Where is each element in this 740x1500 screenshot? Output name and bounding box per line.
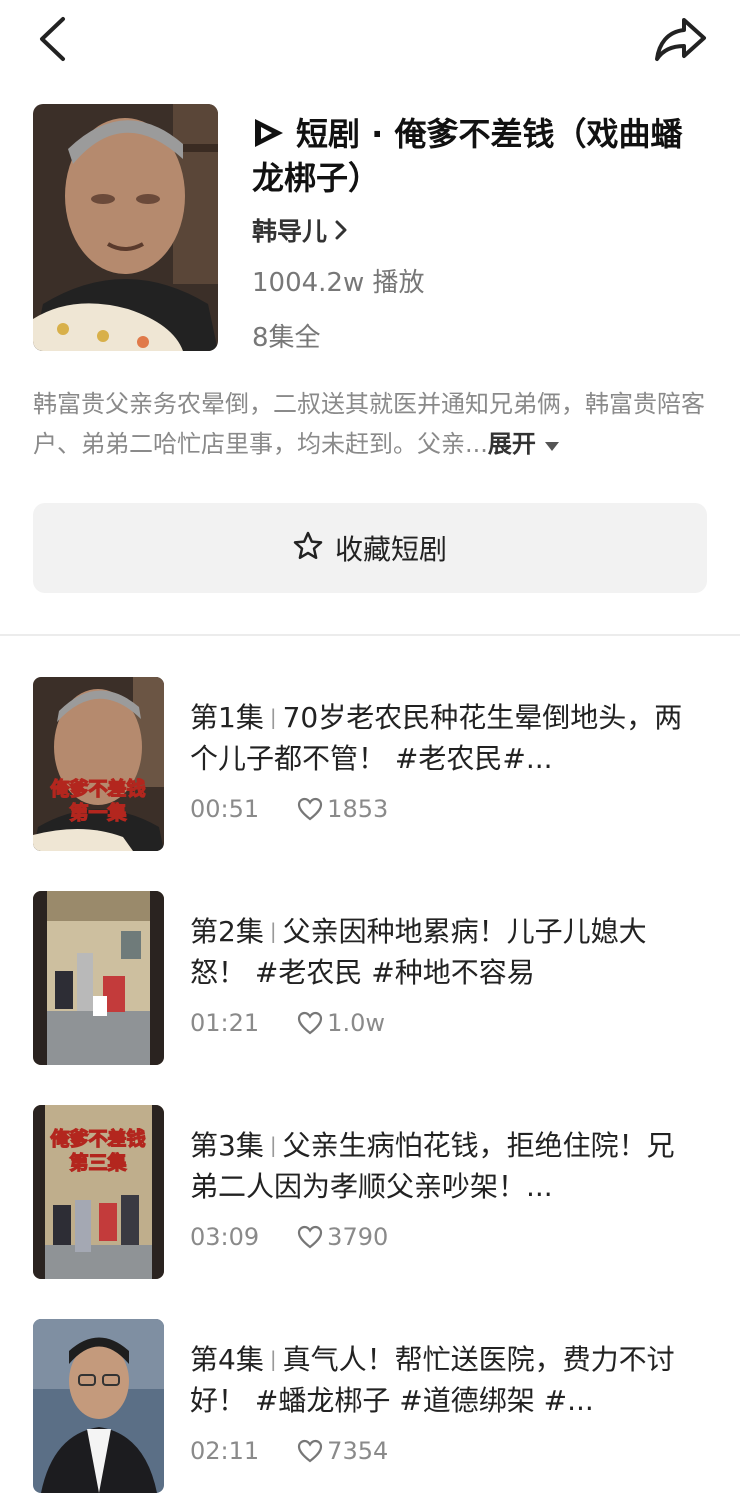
expand-label: 展开 [487,430,536,458]
episode-item-1[interactable]: 俺爹不差钱 第一集 第1集 | 70岁老农民种花生晕倒地头，两个儿子都不管！ #老农… [33,677,713,851]
play-logo-icon [252,116,286,150]
episode-likes: 7354 [297,1437,388,1465]
star-outline-icon [293,531,323,565]
description-text: 韩富贵父亲务农晕倒，二叔送其就医并通知兄弟俩，韩富贵陪客户、弟弟二哈忙店里事，均… [33,390,705,458]
episode-item-2[interactable]: 第2集 | 父亲因种地累病！儿子儿媳大怒！ #老农民 #种地不容易 01:21 1.… [33,891,713,1065]
episode-text: 第4集 | 真气人！帮忙送医院，费力不讨好！ #蟠龙梆子 #道德绑架 #... 02… [190,1339,690,1465]
triangle-down-icon [544,424,560,464]
episode-likes: 1853 [297,795,388,823]
episode-duration: 02:11 [190,1437,260,1465]
episode-likes: 1.0w [297,1009,385,1037]
episode-duration: 00:51 [190,795,260,823]
heart-outline-icon [298,1225,323,1249]
episodes-total: 8集全 [252,323,321,353]
episode-number: 第1集 [190,701,264,734]
thumb-caption-line2: 第三集 [69,1151,127,1174]
episode-likes-count: 3790 [327,1223,389,1251]
drama-category: 短剧 [296,115,361,153]
episode-likes-count: 7354 [327,1437,389,1465]
episode-number: 第4集 [190,1343,264,1376]
episode-title: 第2集 | 父亲因种地累病！儿子儿媳大怒！ #老农民 #种地不容易 [190,911,690,993]
episode-meta: 01:21 1.0w [190,1009,690,1037]
episode-meta: 03:09 3790 [190,1223,690,1251]
episode-item-3[interactable]: 俺爹不差钱 第三集 第3集 | 父亲生病怕花钱，拒绝住院！兄弟二人因为孝顺父亲吵架！… [33,1105,713,1279]
episode-text: 第2集 | 父亲因种地累病！儿子儿媳大怒！ #老农民 #种地不容易 01:21 1.… [190,911,690,1037]
expand-button[interactable]: 展开 [488,430,560,458]
episode-title-separator: | [269,705,277,729]
episode-likes: 3790 [297,1223,388,1251]
episode-title: 第1集 | 70岁老农民种花生晕倒地头，两个儿子都不管！ #老农民#... [190,697,690,779]
back-button[interactable] [30,14,74,64]
drama-description: 韩富贵父亲务农晕倒，二叔送其就医并通知兄弟俩，韩富贵陪客户、弟弟二哈忙店里事，均… [33,384,707,464]
episode-title-separator: | [269,1347,277,1371]
episode-title-separator: | [269,919,277,943]
author-link[interactable]: 韩导儿 [252,212,347,248]
play-count: 1004.2w 播放 [252,268,425,298]
thumb-caption-line1: 俺爹不差钱 [49,777,145,800]
drama-title: 短剧 · 俺爹不差钱（戏曲蟠龙梆子） [252,115,683,197]
drama-cover-image[interactable] [33,104,218,351]
author-name: 韩导儿 [252,217,328,246]
drama-header: 短剧 · 俺爹不差钱（戏曲蟠龙梆子） 韩导儿 1004.2w 播放 8集全 [33,104,713,354]
section-divider [0,634,740,636]
episode-meta: 00:51 1853 [190,795,690,823]
episode-meta: 02:11 7354 [190,1437,690,1465]
heart-outline-icon [298,797,323,821]
thumb-caption-line2: 第一集 [69,801,127,824]
episode-duration: 03:09 [190,1223,260,1251]
top-bar [0,0,740,80]
episode-number: 第3集 [190,1129,264,1162]
drama-info: 短剧 · 俺爹不差钱（戏曲蟠龙梆子） 韩导儿 1004.2w 播放 8集全 [252,112,712,354]
favorite-drama-button[interactable]: 收藏短剧 [33,503,707,593]
chevron-right-icon [335,220,347,240]
episode-thumbnail: 俺爹不差钱 第一集 [33,677,164,851]
thumb-caption-line1: 俺爹不差钱 [49,1127,145,1150]
share-arrow-icon [655,18,706,61]
favorite-label: 收藏短剧 [334,533,447,566]
episode-duration: 01:21 [190,1009,260,1037]
episode-title: 第4集 | 真气人！帮忙送医院，费力不讨好！ #蟠龙梆子 #道德绑架 #... [190,1339,690,1421]
episode-thumbnail [33,1319,164,1493]
episode-thumbnail: 俺爹不差钱 第三集 [33,1105,164,1279]
episode-title-separator: | [269,1133,277,1157]
episode-thumbnail [33,891,164,1065]
episode-text: 第1集 | 70岁老农民种花生晕倒地头，两个儿子都不管！ #老农民#... 00:5… [190,697,690,823]
share-button[interactable] [652,12,710,66]
episode-number: 第2集 [190,915,264,948]
episode-likes-count: 1853 [327,795,389,823]
episode-title: 第3集 | 父亲生病怕花钱，拒绝住院！兄弟二人因为孝顺父亲吵架！... [190,1125,690,1207]
episode-item-4[interactable]: 第4集 | 真气人！帮忙送医院，费力不讨好！ #蟠龙梆子 #道德绑架 #... 02… [33,1319,713,1493]
heart-outline-icon [298,1439,323,1463]
episode-likes-count: 1.0w [327,1009,385,1037]
heart-outline-icon [298,1011,323,1035]
chevron-left-icon [40,17,65,61]
episode-text: 第3集 | 父亲生病怕花钱，拒绝住院！兄弟二人因为孝顺父亲吵架！... 03:09 … [190,1125,690,1251]
